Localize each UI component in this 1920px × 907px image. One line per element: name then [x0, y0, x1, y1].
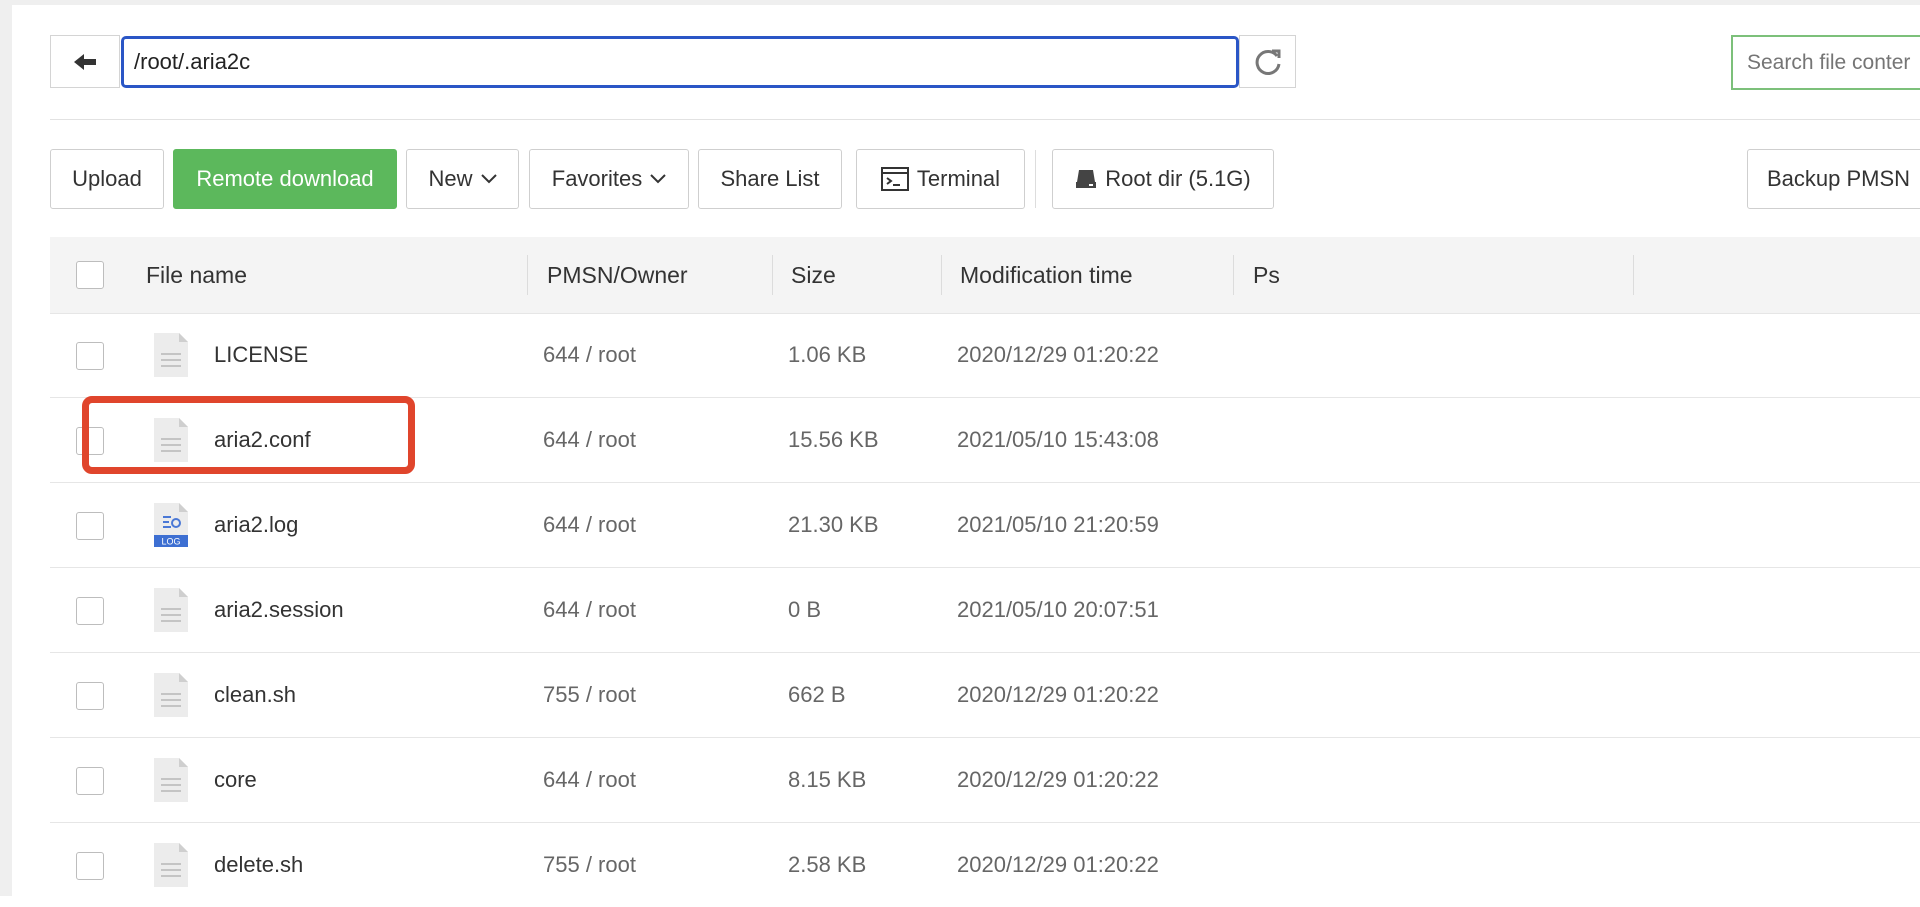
table-header: File name PMSN/Owner Size Modification t…	[50, 237, 1920, 314]
text-file-icon	[154, 333, 188, 377]
header-owner[interactable]: PMSN/Owner	[547, 237, 688, 313]
upload-button[interactable]: Upload	[50, 149, 164, 209]
header-size[interactable]: Size	[791, 237, 836, 313]
header-modification-time[interactable]: Modification time	[960, 237, 1133, 313]
file-size: 8.15 KB	[788, 767, 867, 792]
file-mtime: 2020/12/29 01:20:22	[957, 852, 1159, 877]
root-dir-label: Root dir (5.1G)	[1105, 166, 1251, 191]
search-file-content-input[interactable]	[1731, 35, 1920, 90]
text-file-icon	[154, 673, 188, 717]
log-file-icon: LOG	[154, 503, 188, 547]
header-ps: Ps	[1253, 261, 1280, 288]
file-size: 1.06 KB	[788, 342, 867, 367]
remote-download-button[interactable]: Remote download	[173, 149, 397, 209]
row-checkbox[interactable]	[76, 597, 104, 625]
table-row[interactable]: clean.sh 755 / root 662 B 2020/12/29 01:…	[50, 653, 1920, 738]
file-size: 21.30 KB	[788, 512, 879, 537]
divider	[50, 119, 1920, 120]
file-owner[interactable]: 644 / root	[543, 398, 636, 482]
toolbar-separator	[1035, 150, 1036, 208]
file-size: 15.56 KB	[788, 427, 879, 452]
refresh-icon	[1255, 49, 1280, 75]
remote-download-label: Remote download	[196, 166, 374, 191]
file-name[interactable]: LICENSE	[214, 313, 308, 397]
terminal-label: Terminal	[916, 166, 1001, 191]
back-button[interactable]	[50, 35, 120, 88]
column-separator	[941, 255, 942, 295]
terminal-icon	[880, 167, 909, 191]
backup-label: Backup PMSN	[1767, 166, 1911, 191]
backup-button[interactable]: Backup PMSN	[1747, 149, 1920, 209]
text-file-icon	[154, 758, 188, 802]
share-list-label: Share List	[720, 166, 820, 191]
chevron-down-icon	[650, 174, 666, 184]
hard-drive-icon	[1076, 170, 1097, 188]
text-file-icon	[154, 588, 188, 632]
terminal-button[interactable]: Terminal	[856, 149, 1025, 209]
header-file-name[interactable]: File name	[146, 237, 247, 313]
path-input[interactable]	[121, 36, 1239, 88]
row-checkbox[interactable]	[76, 852, 104, 880]
table-row[interactable]: LOG aria2.log 644 / root 21.30 KB 2021/0…	[50, 483, 1920, 568]
file-owner[interactable]: 644 / root	[543, 313, 636, 397]
row-checkbox[interactable]	[76, 512, 104, 540]
file-owner[interactable]: 644 / root	[543, 568, 636, 652]
file-owner[interactable]: 644 / root	[543, 483, 636, 567]
column-separator	[772, 255, 773, 295]
upload-label: Upload	[72, 166, 142, 191]
chevron-down-icon	[480, 174, 497, 184]
file-mtime: 2021/05/10 21:20:59	[957, 512, 1159, 537]
column-separator	[1633, 255, 1634, 295]
row-checkbox[interactable]	[76, 682, 104, 710]
file-mtime: 2020/12/29 01:20:22	[957, 342, 1159, 367]
file-mtime: 2020/12/29 01:20:22	[957, 682, 1159, 707]
table-row[interactable]: core 644 / root 8.15 KB 2020/12/29 01:20…	[50, 738, 1920, 823]
table-row[interactable]: aria2.session 644 / root 0 B 2021/05/10 …	[50, 568, 1920, 653]
row-checkbox[interactable]	[76, 767, 104, 795]
file-owner[interactable]: 644 / root	[543, 738, 636, 822]
column-separator	[1233, 255, 1234, 295]
text-file-icon	[154, 843, 188, 887]
favorites-dropdown-button[interactable]: Favorites	[529, 149, 689, 209]
file-owner[interactable]: 755 / root	[543, 653, 636, 737]
file-size: 662 B	[788, 682, 846, 707]
root-dir-button[interactable]: Root dir (5.1G)	[1052, 149, 1274, 209]
file-mtime: 2020/12/29 01:20:22	[957, 767, 1159, 792]
file-owner[interactable]: 755 / root	[543, 823, 636, 907]
file-size: 2.58 KB	[788, 852, 867, 877]
file-name[interactable]: aria2.log	[214, 483, 298, 567]
refresh-button[interactable]	[1239, 35, 1296, 88]
file-name[interactable]: clean.sh	[214, 653, 296, 737]
table-row[interactable]: LICENSE 644 / root 1.06 KB 2020/12/29 01…	[50, 313, 1920, 398]
arrow-left-icon	[74, 53, 96, 70]
favorites-label: Favorites	[551, 166, 643, 191]
select-all-checkbox[interactable]	[76, 261, 104, 289]
file-mtime: 2021/05/10 15:43:08	[957, 427, 1159, 452]
file-name[interactable]: delete.sh	[214, 823, 303, 907]
new-label: New	[428, 166, 473, 191]
file-size: 0 B	[788, 597, 822, 622]
column-separator	[527, 255, 528, 295]
new-dropdown-button[interactable]: New	[406, 149, 519, 209]
share-list-button[interactable]: Share List	[698, 149, 842, 209]
table-row[interactable]: delete.sh 755 / root 2.58 KB 2020/12/29 …	[50, 823, 1920, 896]
window-top-edge	[0, 0, 1920, 5]
file-name[interactable]: core	[214, 738, 257, 822]
highlight-box	[82, 396, 415, 474]
row-checkbox[interactable]	[76, 342, 104, 370]
file-name[interactable]: aria2.session	[214, 568, 344, 652]
log-icon-label: LOG	[161, 537, 180, 547]
file-mtime: 2021/05/10 20:07:51	[957, 597, 1159, 622]
window-left-edge	[0, 0, 12, 896]
